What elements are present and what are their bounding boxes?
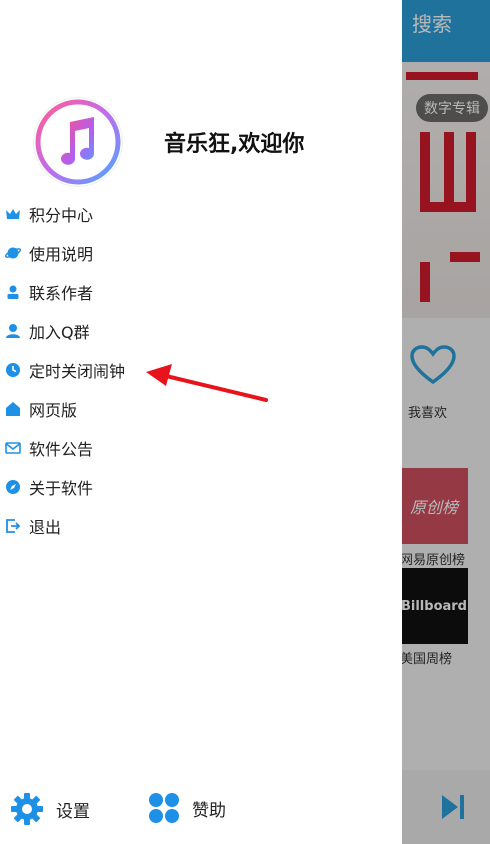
sponsor-label: 赞助 [192,800,226,821]
compass-icon [5,479,21,495]
menu-item-usage-guide[interactable]: 使用说明 [0,233,380,272]
avatar[interactable] [34,98,122,186]
menu-item-contact-author[interactable]: 联系作者 [0,272,380,311]
menu-item-exit[interactable]: 退出 [0,506,380,545]
menu-item-label: 加入Q群 [29,322,90,342]
sponsor-button[interactable]: 赞助 [148,792,226,824]
planet-icon [5,245,21,261]
menu-item-announcements[interactable]: 软件公告 [0,428,380,467]
menu-item-about[interactable]: 关于软件 [0,467,380,506]
exit-icon [5,518,21,534]
menu-item-label: 联系作者 [29,283,94,303]
settings-button[interactable]: 设置 [10,792,90,826]
mail-icon [5,440,21,456]
grid-dots-icon [149,793,179,823]
music-note-icon [35,99,121,185]
menu-item-label: 使用说明 [29,244,94,264]
menu-item-label: 退出 [29,517,62,537]
welcome-title: 音乐狂,欢迎你 [164,132,305,157]
crown-icon [5,206,21,222]
clock-icon [5,362,21,378]
menu-item-label: 积分中心 [29,205,94,225]
navigation-drawer: 音乐狂,欢迎你 积分中心 使用说明 联系作者 加入Q群 定时关闭闹钟 网页版 软… [0,0,402,844]
menu-item-label: 网页版 [29,400,78,420]
gear-icon [11,793,43,825]
menu-item-join-group[interactable]: 加入Q群 [0,311,380,350]
user-group-icon [5,323,21,339]
menu-item-label: 定时关闭闹钟 [29,361,126,381]
menu-item-label: 关于软件 [29,478,94,498]
settings-label: 设置 [56,801,90,822]
menu-item-points-center[interactable]: 积分中心 [0,194,380,233]
menu-item-label: 软件公告 [29,439,94,459]
home-icon [5,401,21,417]
annotation-arrow [146,364,268,402]
person-icon [5,284,21,300]
